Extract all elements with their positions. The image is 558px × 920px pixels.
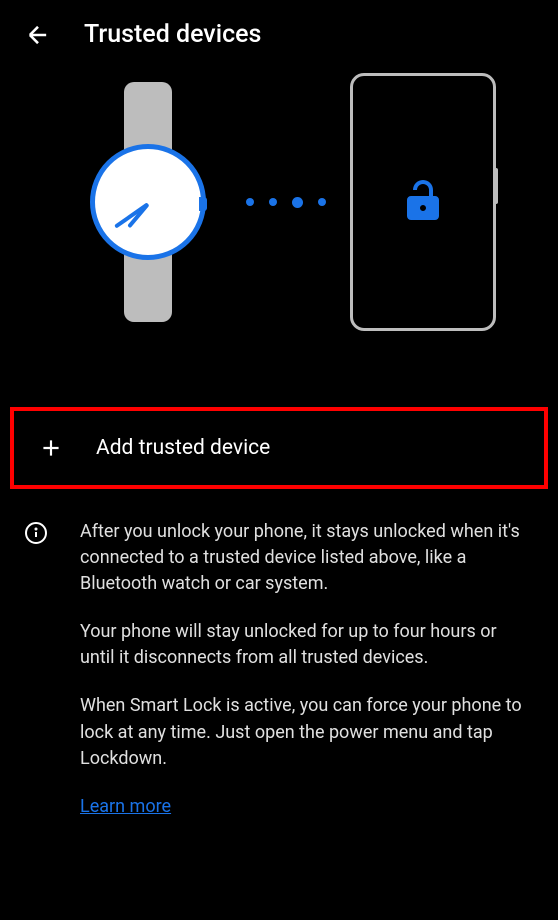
info-icon: [24, 521, 48, 549]
header: Trusted devices: [0, 0, 558, 77]
info-text: After you unlock your phone, it stays un…: [80, 519, 534, 820]
back-button[interactable]: [24, 21, 52, 49]
page-title: Trusted devices: [84, 20, 261, 49]
learn-more-link[interactable]: Learn more: [80, 796, 171, 817]
info-paragraph-3: When Smart Lock is active, you can force…: [80, 693, 534, 771]
watch-icon: [82, 82, 222, 322]
info-section: After you unlock your phone, it stays un…: [0, 489, 558, 840]
plus-icon: [38, 435, 64, 461]
connection-dots-icon: [246, 197, 326, 208]
trusted-devices-illustration: [0, 77, 558, 407]
unlock-icon: [399, 176, 447, 228]
phone-icon: [350, 73, 496, 331]
info-paragraph-2: Your phone will stay unlocked for up to …: [80, 619, 534, 671]
add-trusted-device-button[interactable]: Add trusted device: [10, 407, 548, 489]
info-paragraph-1: After you unlock your phone, it stays un…: [80, 519, 534, 597]
add-trusted-device-label: Add trusted device: [96, 436, 270, 460]
